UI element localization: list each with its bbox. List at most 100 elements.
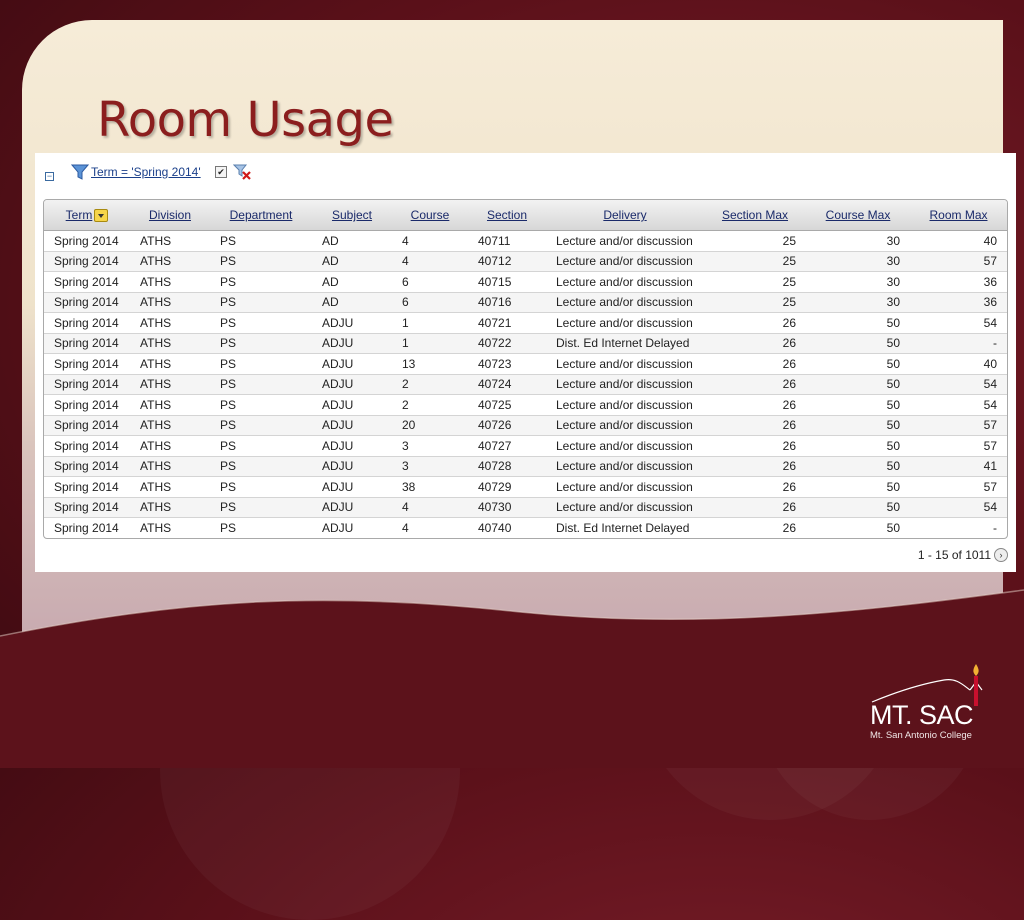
table-row[interactable]: Spring 2014 ATHS PS AD 6 40716 Lecture and/or …: [44, 292, 1007, 313]
cell-term: Spring 2014: [44, 497, 130, 518]
cell-delivery: Dist. Ed Internet Delayed: [556, 520, 690, 535]
table-row[interactable]: Spring 2014 ATHS PS AD 4 40711 Lecture and/or …: [44, 230, 1007, 252]
cell-term: Spring 2014: [44, 230, 130, 252]
room-usage-table: Term Division Department Subject Course …: [44, 200, 1007, 538]
cell-room-max: 57: [910, 435, 1007, 457]
cell-subject: ADJU: [312, 353, 392, 375]
background-circle: [160, 620, 460, 920]
column-header-course[interactable]: Course: [392, 200, 468, 231]
table-row[interactable]: Spring 2014 ATHS PS ADJU 3 40727 Lecture and/o…: [44, 435, 1007, 457]
column-header-department[interactable]: Department: [210, 200, 312, 231]
table-row[interactable]: Spring 2014 ATHS PS ADJU 2 40725 Lecture and/o…: [44, 394, 1007, 416]
cell-subject: ADJU: [312, 456, 392, 477]
cell-section-max: 26: [704, 497, 806, 518]
cell-department: PS: [210, 497, 312, 518]
column-header-division[interactable]: Division: [130, 200, 210, 231]
cell-section: 40726: [468, 415, 546, 436]
cell-section: 40725: [468, 394, 546, 416]
cell-course: 13: [392, 353, 468, 375]
collapse-icon[interactable]: −: [45, 172, 54, 181]
cell-course-max: 50: [806, 435, 910, 457]
cell-course: 1: [392, 312, 468, 334]
cell-course: 4: [392, 497, 468, 518]
filter-enable-checkbox[interactable]: ✔: [215, 166, 227, 178]
filter-term-link[interactable]: Term = 'Spring 2014': [91, 165, 201, 179]
column-header-term[interactable]: Term: [44, 200, 130, 231]
data-grid: Term Division Department Subject Course …: [43, 199, 1008, 539]
cell-term: Spring 2014: [44, 435, 130, 457]
cell-room-max: 54: [910, 394, 1007, 416]
table-row[interactable]: Spring 2014 ATHS PS ADJU 4 40730 Lecture and/o…: [44, 497, 1007, 518]
cell-term: Spring 2014: [44, 476, 130, 498]
table-row[interactable]: Spring 2014 ATHS PS AD 6 40715 Lecture and/or …: [44, 271, 1007, 293]
table-row[interactable]: Spring 2014 ATHS PS ADJU 3 40728 Lecture and/o…: [44, 456, 1007, 477]
cell-course: 3: [392, 435, 468, 457]
cell-section-max: 26: [704, 415, 806, 436]
cell-division: ATHS: [130, 497, 210, 518]
column-header-section-max[interactable]: Section Max: [704, 200, 806, 231]
cell-department: PS: [210, 271, 312, 293]
filter-funnel-icon[interactable]: [71, 163, 89, 181]
cell-term: Spring 2014: [44, 394, 130, 416]
cell-term: Spring 2014: [44, 333, 130, 354]
cell-room-max: 41: [910, 456, 1007, 477]
cell-subject: ADJU: [312, 497, 392, 518]
cell-division: ATHS: [130, 456, 210, 477]
cell-department: PS: [210, 394, 312, 416]
cell-delivery: Lecture and/or discussion: [546, 394, 704, 416]
cell-delivery: Lecture and/or discussion: [546, 312, 704, 334]
next-page-icon[interactable]: ›: [994, 548, 1008, 562]
column-header-subject[interactable]: Subject: [312, 200, 392, 231]
cell-course: 2: [392, 374, 468, 395]
cell-delivery: Dist. Ed Internet Delayed: [546, 333, 704, 354]
cell-delivery: Lecture and/or discussion: [546, 497, 704, 518]
cell-course: 3: [392, 456, 468, 477]
cell-division: ATHS: [130, 353, 210, 375]
cell-delivery: Lecture and/or discussion: [546, 415, 704, 436]
cell-department: PS: [210, 374, 312, 395]
column-header-course-max[interactable]: Course Max: [806, 200, 910, 231]
logo-wordmark: MT. SAC: [870, 700, 974, 730]
remove-filter-icon[interactable]: [233, 163, 253, 181]
table-row[interactable]: Spring 2014 ATHS PS ADJU 4 40740 Dist. Ed Inte…: [44, 518, 1007, 538]
column-header-room-max[interactable]: Room Max: [910, 200, 1007, 231]
cell-department: PS: [210, 251, 312, 272]
cell-section: 40724: [468, 374, 546, 395]
table-row[interactable]: Spring 2014 ATHS PS ADJU 13 40723 Lecture and/…: [44, 353, 1007, 375]
sort-dropdown-icon[interactable]: [94, 209, 109, 223]
cell-course: 4: [392, 230, 468, 252]
cell-course-max: 50: [806, 394, 910, 416]
cell-term: Spring 2014: [44, 251, 130, 272]
table-row[interactable]: Spring 2014 ATHS PS ADJU 38 40729 Lecture and/…: [44, 476, 1007, 498]
cell-course-max: 30: [806, 292, 910, 313]
cell-term: Spring 2014: [44, 353, 130, 375]
cell-course-max: 50: [806, 415, 910, 436]
cell-delivery: Lecture and/or discussion: [546, 230, 704, 252]
cell-subject: ADJU: [312, 333, 392, 354]
table-row[interactable]: Spring 2014 ATHS PS ADJU 20 40726 Lecture and/…: [44, 415, 1007, 436]
cell-subject: ADJU: [312, 312, 392, 334]
cell-division: ATHS: [130, 374, 210, 395]
table-row[interactable]: Spring 2014 ATHS PS ADJU 1 40721 Lecture and/o…: [44, 312, 1007, 334]
cell-course: 20: [392, 415, 468, 436]
cell-section-max: 25: [704, 292, 806, 313]
cell-course-max: 50: [806, 476, 910, 498]
cell-term: Spring 2014: [44, 292, 130, 313]
table-row[interactable]: Spring 2014 ATHS PS ADJU 2 40724 Lecture and/o…: [44, 374, 1007, 395]
cell-course-max: 50: [806, 497, 910, 518]
table-row[interactable]: Spring 2014 ATHS PS AD 4 40712 Lecture and/or …: [44, 251, 1007, 272]
table-row[interactable]: Spring 2014 ATHS PS ADJU 1 40722 Dist. Ed Inte…: [44, 333, 1007, 354]
column-header-delivery[interactable]: Delivery: [546, 200, 704, 231]
pagination-range: 1 - 15 of 1011: [917, 548, 991, 562]
table-body: Spring 2014 ATHS PS AD 4 40711 Lecture and/or …: [44, 230, 1007, 538]
cell-section-max: 26: [704, 374, 806, 395]
cell-department: PS: [210, 353, 312, 375]
cell-department: PS: [220, 520, 237, 535]
cell-room-max: -: [910, 333, 1007, 354]
cell-section: 40729: [468, 476, 546, 498]
cell-subject: AD: [312, 271, 392, 293]
cell-term: Spring 2014: [44, 271, 130, 293]
cell-course-max: 30: [806, 230, 910, 252]
cell-room-max: 57: [910, 415, 1007, 436]
column-header-section[interactable]: Section: [468, 200, 546, 231]
